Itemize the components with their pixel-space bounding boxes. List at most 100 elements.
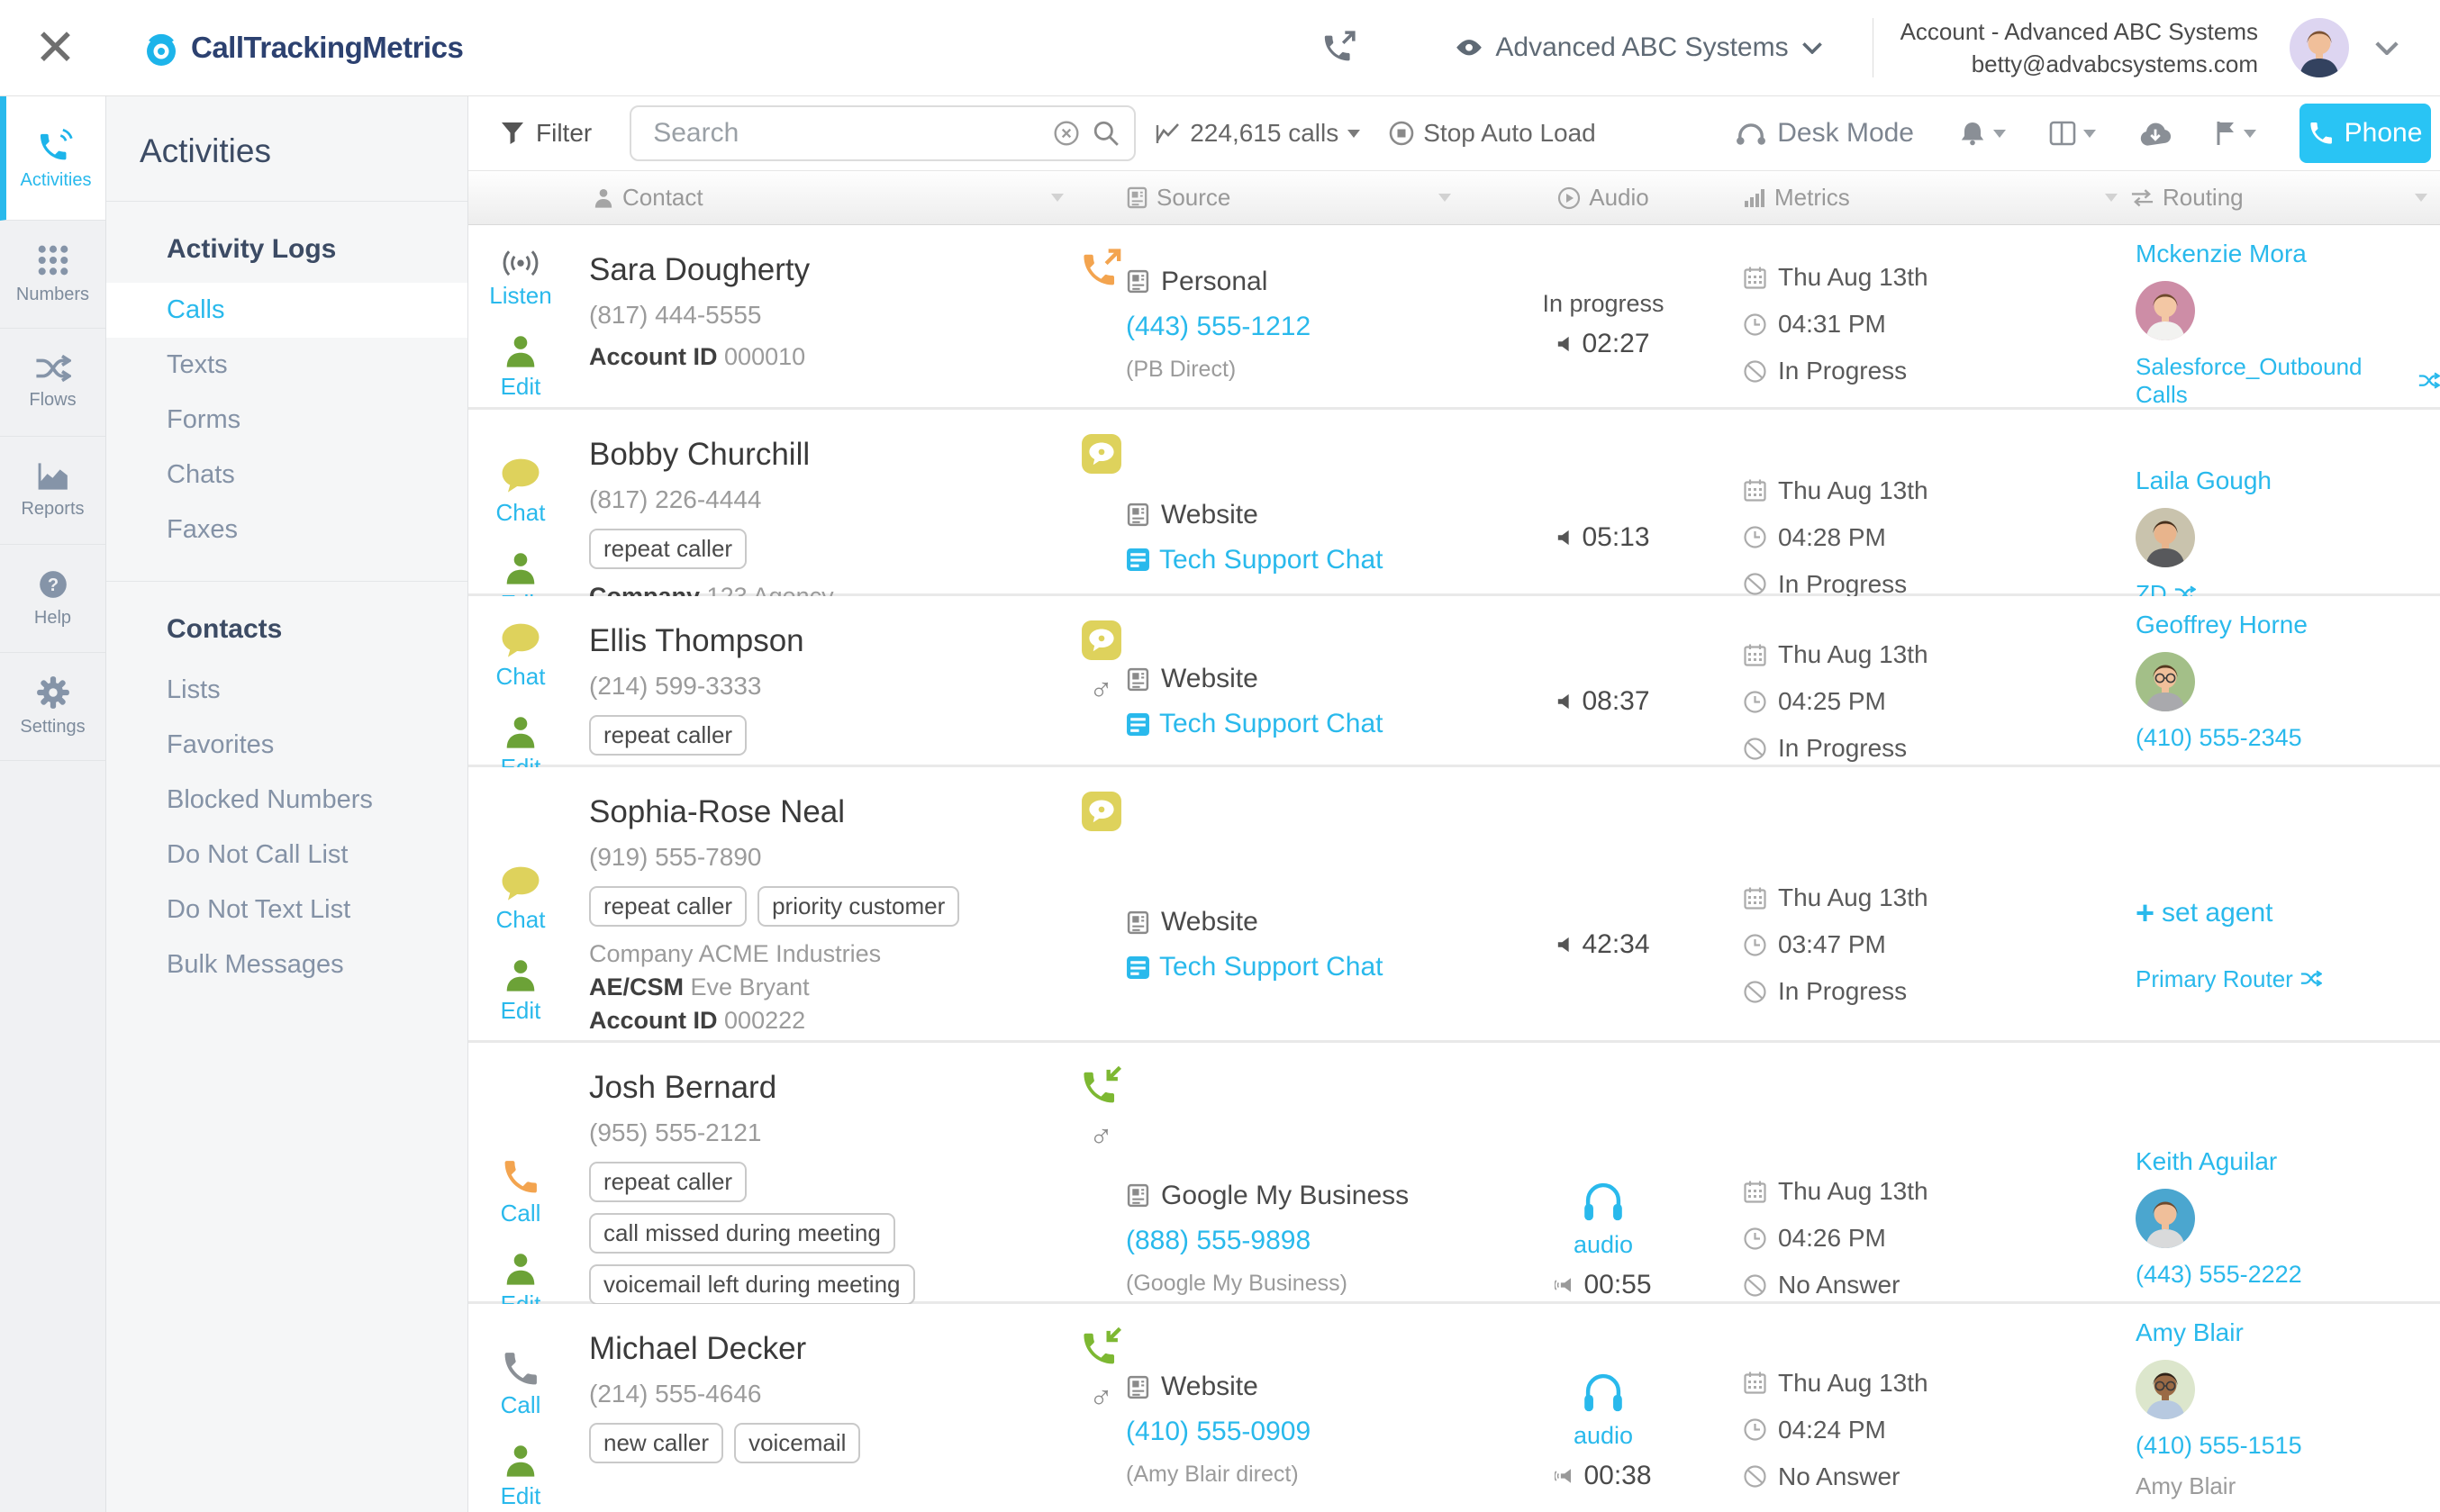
chat-action[interactable]: Chat — [496, 865, 546, 934]
listen-action[interactable]: Listen — [489, 248, 551, 310]
routing-agent-name[interactable]: Mckenzie Mora — [2136, 240, 2440, 268]
sort-caret-icon[interactable] — [1438, 194, 1451, 202]
source-name: Personal — [1126, 267, 1455, 297]
contact-name[interactable]: Ellis Thompson — [589, 623, 1067, 659]
audio-duration: 05:13 — [1556, 522, 1649, 553]
source-link[interactable]: (443) 555-1212 — [1126, 312, 1455, 342]
source-icon — [1126, 1183, 1150, 1208]
set-agent-button[interactable]: +set agent — [2136, 897, 2440, 929]
chat-action[interactable]: Chat — [496, 621, 546, 691]
column-header-source[interactable]: Source — [1126, 171, 1464, 224]
search-icon[interactable] — [1093, 120, 1120, 147]
sidebar-item-chats[interactable]: Chats — [106, 448, 467, 502]
source-link[interactable]: Tech Support Chat — [1126, 709, 1455, 739]
contact-name[interactable]: Sophia-Rose Neal — [589, 794, 1067, 830]
routing-agent-name[interactable]: Geoffrey Horne — [2136, 611, 2440, 639]
audio-player-label[interactable]: audio — [1574, 1231, 1633, 1259]
desk-mode-button[interactable]: Desk Mode — [1736, 118, 1914, 149]
rail-item-reports[interactable]: Reports — [0, 437, 105, 545]
stop-auto-load-label: Stop Auto Load — [1423, 119, 1596, 148]
bars-icon — [1743, 187, 1766, 207]
call-icon[interactable] — [1322, 31, 1356, 65]
clear-icon[interactable] — [1053, 120, 1080, 147]
account-info[interactable]: Account - Advanced ABC Systems betty@adv… — [1900, 15, 2258, 80]
sidebar-item-forms[interactable]: Forms — [106, 393, 467, 448]
source-link[interactable]: (410) 555-0909 — [1126, 1417, 1455, 1447]
calls-count-dropdown[interactable]: 224,615 calls — [1156, 119, 1360, 148]
columns-button[interactable] — [2049, 120, 2096, 147]
phone-button[interactable]: Phone — [2299, 104, 2431, 163]
search-input[interactable] — [653, 118, 1040, 149]
headphones-icon[interactable] — [1580, 1368, 1627, 1415]
routing-link[interactable]: Primary Router — [2136, 965, 2440, 993]
rail-item-numbers[interactable]: Numbers — [0, 221, 105, 329]
routing-agent-name[interactable]: Keith Aguilar — [2136, 1147, 2440, 1176]
source-link[interactable]: (888) 555-9898 — [1126, 1226, 1455, 1256]
source-note: (Google My Business) — [1126, 1271, 1455, 1297]
audio-player-label[interactable]: audio — [1574, 1422, 1633, 1450]
audio-duration: 00:55 — [1555, 1270, 1651, 1300]
contact-name[interactable]: Sara Dougherty — [589, 252, 1067, 288]
avatar[interactable] — [2290, 18, 2349, 77]
audio-status: In progress — [1542, 290, 1664, 318]
notifications-button[interactable] — [1959, 120, 2006, 147]
column-header-routing[interactable]: Routing — [2130, 171, 2440, 224]
routing-link[interactable]: Salesforce_Outbound Calls — [2136, 353, 2440, 409]
table-row: Call Edit Michael Decker (214) 555-4646 … — [468, 1304, 2440, 1512]
routing-agent-name[interactable]: Amy Blair — [2136, 1318, 2440, 1347]
sidebar-item-do-not-text-list[interactable]: Do Not Text List — [106, 883, 467, 937]
sidebar-item-lists[interactable]: Lists — [106, 663, 467, 718]
flag-button[interactable] — [2215, 120, 2256, 147]
export-button[interactable] — [2139, 121, 2172, 147]
source-icon — [1126, 502, 1150, 527]
edit-action[interactable]: Edit — [501, 333, 541, 401]
rail-item-flows[interactable]: Flows — [0, 329, 105, 437]
contact-name[interactable]: Josh Bernard — [589, 1070, 1067, 1106]
phone-icon — [2308, 121, 2334, 146]
rail-item-help[interactable]: ? Help — [0, 545, 105, 653]
rail-item-settings[interactable]: Settings — [0, 653, 105, 761]
sidebar-item-texts[interactable]: Texts — [106, 338, 467, 393]
column-header-audio[interactable]: Audio — [1464, 171, 1743, 224]
contact-name[interactable]: Michael Decker — [589, 1331, 1067, 1367]
sort-caret-icon[interactable] — [2415, 194, 2427, 202]
rail-item-activities[interactable]: Activities — [0, 96, 105, 221]
routing-cell: Amy Blair (410) 555-1515Amy BlairAmy Bla… — [2130, 1304, 2440, 1512]
headphones-icon[interactable] — [1580, 1177, 1627, 1224]
close-icon[interactable]: ✕ — [34, 23, 97, 73]
source-link[interactable]: Tech Support Chat — [1126, 952, 1455, 982]
routing-phone[interactable]: (410) 555-2345 — [2136, 724, 2440, 752]
source-link[interactable]: Tech Support Chat — [1126, 545, 1455, 575]
filter-button[interactable]: Filter — [500, 119, 592, 148]
routing-phone[interactable]: (443) 555-2222 — [2136, 1261, 2440, 1289]
contact-phone: (214) 599-3333 — [589, 672, 1067, 701]
routing-phone[interactable]: (410) 555-1515 — [2136, 1432, 2440, 1460]
sort-caret-icon[interactable] — [1051, 194, 1064, 202]
sidebar-item-faxes[interactable]: Faxes — [106, 502, 467, 557]
chat-action[interactable]: Chat — [496, 457, 546, 526]
edit-action[interactable]: Edit — [501, 957, 541, 1025]
stop-auto-load-button[interactable]: Stop Auto Load — [1389, 119, 1596, 148]
edit-action[interactable]: Edit — [501, 1443, 541, 1510]
chevron-down-icon[interactable] — [2374, 41, 2399, 56]
sidebar-item-blocked-numbers[interactable]: Blocked Numbers — [106, 773, 467, 828]
column-header-metrics[interactable]: Metrics — [1743, 171, 2130, 224]
chart-icon — [35, 461, 71, 492]
routing-agent-name[interactable]: Laila Gough — [2136, 466, 2440, 495]
column-header-contact[interactable]: Contact — [585, 171, 1076, 224]
sidebar-item-favorites[interactable]: Favorites — [106, 718, 467, 773]
contact-field: AE/CSM Eve Bryant — [589, 971, 1067, 1004]
sidebar-item-bulk-messages[interactable]: Bulk Messages — [106, 937, 467, 992]
sidebar-item-calls[interactable]: Calls — [106, 283, 467, 338]
column-label: Source — [1157, 184, 1230, 212]
workspace-switcher[interactable]: Advanced ABC Systems — [1456, 32, 1822, 63]
sidebar-item-do-not-call-list[interactable]: Do Not Call List — [106, 828, 467, 883]
chat-icon — [500, 457, 541, 494]
routing-cell: Mckenzie Mora Salesforce_Outbound Calls — [2130, 225, 2440, 423]
contact-name[interactable]: Bobby Churchill — [589, 437, 1067, 473]
call-action[interactable]: Call — [501, 1158, 541, 1227]
agent-avatar — [2136, 281, 2195, 340]
metric-date: Thu Aug 13th — [1743, 1177, 2130, 1206]
call-action[interactable]: Call — [501, 1350, 541, 1419]
sort-caret-icon[interactable] — [2105, 194, 2118, 202]
